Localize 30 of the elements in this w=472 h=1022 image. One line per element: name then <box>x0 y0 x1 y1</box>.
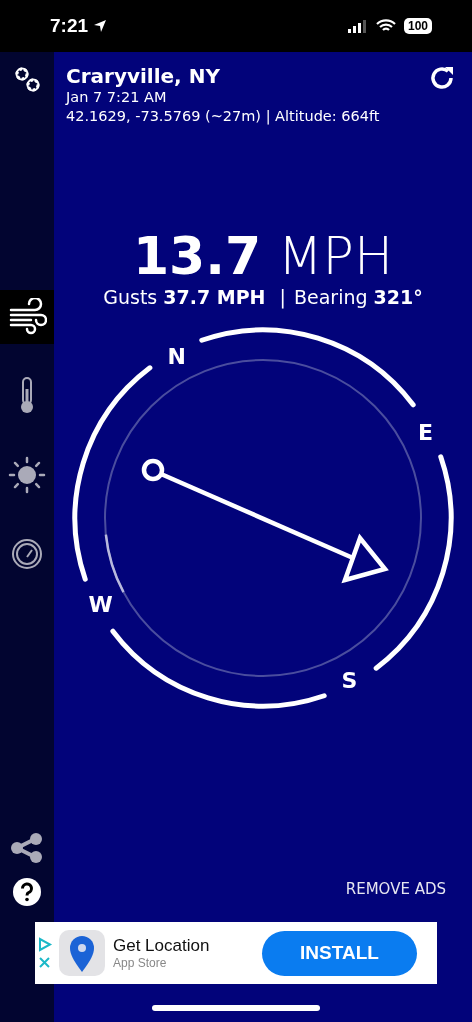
bearing-value: 321° <box>373 286 423 308</box>
wind-speed-unit: MPH <box>277 226 394 286</box>
remove-ads-link[interactable]: REMOVE ADS <box>345 880 446 898</box>
install-button[interactable]: INSTALL <box>262 930 417 976</box>
refresh-icon[interactable] <box>428 64 456 92</box>
share-icon[interactable] <box>9 832 45 864</box>
coordinates-altitude: 42.1629, -73.5769 (~27m) | Altitude: 664ft <box>66 107 381 126</box>
gauge-icon <box>11 538 43 570</box>
location-arrow-icon <box>93 19 108 33</box>
separator: | <box>279 286 286 308</box>
bearing-label: Bearing <box>294 286 368 308</box>
ad-banner[interactable]: Get Location App Store INSTALL <box>35 922 437 984</box>
ad-title: Get Location <box>113 936 210 956</box>
status-time: 7:21 <box>50 15 89 37</box>
wind-icon <box>7 298 47 336</box>
app-icon <box>59 930 105 976</box>
ad-subtitle: App Store <box>113 956 168 970</box>
sidebar-tab[interactable] <box>0 290 54 344</box>
ad-choices-icon <box>37 936 53 970</box>
gusts-value: 37.7 MPH <box>163 286 266 308</box>
battery-level: 100 <box>403 18 432 34</box>
sun-icon <box>8 456 46 494</box>
wifi-icon <box>375 19 396 33</box>
location-name: Craryville, NY <box>66 64 221 88</box>
signal-icon <box>347 19 368 33</box>
gusts-label: Gusts <box>103 286 158 308</box>
wind-speed-value: 13.7 <box>132 226 262 286</box>
thermometer-icon <box>18 377 36 415</box>
help-icon[interactable] <box>13 878 41 906</box>
date-time: Jan 7 7:21 AM <box>66 88 168 107</box>
